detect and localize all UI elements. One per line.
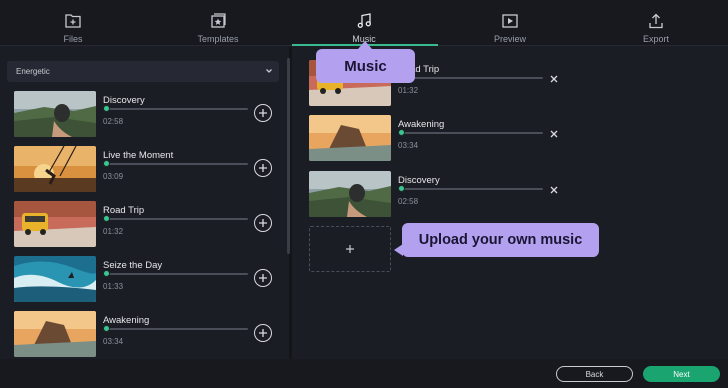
add-track-button[interactable] (254, 159, 272, 177)
tab-files-label: Files (63, 34, 83, 44)
plus-icon (259, 219, 267, 227)
track-progress-bar[interactable] (401, 77, 543, 79)
plus-icon (346, 245, 354, 253)
remove-track-button[interactable] (549, 74, 559, 84)
plus-icon (259, 274, 267, 282)
library-track[interactable]: Road Trip 01:32 (14, 201, 284, 257)
track-progress-bar[interactable] (401, 188, 543, 190)
track-progress-bar[interactable] (106, 218, 248, 220)
tab-templates[interactable]: Templates (188, 0, 248, 46)
track-thumbnail (14, 146, 96, 192)
track-title: Discovery (103, 95, 145, 106)
compass-photo (309, 171, 391, 217)
track-duration: 02:58 (103, 117, 124, 126)
track-progress-bar[interactable] (106, 163, 248, 165)
track-title: Discovery (398, 175, 440, 186)
track-progress-bar[interactable] (401, 132, 543, 134)
track-progress-knob[interactable] (103, 270, 110, 277)
selected-track[interactable]: Awakening 03:34 (309, 115, 574, 171)
back-button[interactable]: Back (556, 366, 633, 382)
track-duration: 03:34 (398, 141, 419, 150)
upload-callout: Upload your own music (402, 223, 599, 257)
track-title: Awakening (103, 315, 150, 326)
upload-music-button[interactable] (309, 226, 391, 272)
selected-track[interactable]: Discovery 02:58 (309, 171, 574, 227)
tab-export[interactable]: Export (626, 0, 686, 46)
files-icon (65, 14, 81, 28)
track-duration: 02:58 (398, 197, 419, 206)
sunrise-photo (14, 311, 96, 357)
selected-music-panel: Road Trip 01:32 Awakening 03:34 Discover… (292, 47, 728, 359)
add-track-button[interactable] (254, 324, 272, 342)
track-progress-bar[interactable] (106, 273, 248, 275)
add-track-button[interactable] (254, 269, 272, 287)
tab-music[interactable]: Music (334, 0, 394, 46)
track-thumbnail (309, 115, 391, 161)
sunrise-photo (309, 115, 391, 161)
track-title: Live the Moment (103, 150, 174, 161)
van-photo (14, 201, 96, 247)
tab-templates-label: Templates (197, 34, 239, 44)
music-note-icon (357, 13, 371, 28)
music-callout-pointer (358, 41, 372, 49)
track-thumbnail (14, 311, 96, 357)
track-progress-knob[interactable] (103, 215, 110, 222)
next-button[interactable]: Next (643, 366, 720, 382)
export-icon (649, 13, 663, 29)
track-duration: 03:34 (103, 337, 124, 346)
plus-icon (259, 109, 267, 117)
track-progress-bar[interactable] (106, 108, 248, 110)
library-track[interactable]: Discovery 02:58 (14, 91, 284, 147)
preview-icon (502, 14, 518, 28)
track-title: Seize the Day (103, 260, 163, 271)
tab-export-label: Export (642, 34, 669, 44)
track-progress-knob[interactable] (398, 185, 405, 192)
track-progress-bar[interactable] (106, 328, 248, 330)
close-icon (550, 186, 558, 194)
track-duration: 01:32 (398, 86, 419, 95)
add-track-button[interactable] (254, 214, 272, 232)
track-duration: 03:09 (103, 172, 124, 181)
track-duration: 01:33 (103, 282, 124, 291)
add-track-button[interactable] (254, 104, 272, 122)
track-thumbnail (309, 171, 391, 217)
library-scrollbar[interactable] (287, 58, 290, 254)
mood-filter-dropdown[interactable]: Energetic (7, 61, 279, 82)
plus-icon (259, 164, 267, 172)
templates-icon (211, 13, 226, 28)
track-title: Road Trip (103, 205, 145, 216)
remove-track-button[interactable] (549, 129, 559, 139)
track-thumbnail (14, 201, 96, 247)
bottom-bar: Back Next (0, 359, 728, 388)
music-library-panel: Energetic Discovery 02:58 Live the Momen… (0, 47, 286, 359)
close-icon (550, 75, 558, 83)
library-track[interactable]: Awakening 03:34 (14, 311, 284, 359)
track-progress-knob[interactable] (398, 129, 405, 136)
tab-preview[interactable]: Preview (480, 0, 540, 46)
library-track[interactable]: Live the Moment 03:09 (14, 146, 284, 202)
track-title: Awakening (398, 119, 445, 130)
track-progress-knob[interactable] (103, 325, 110, 332)
swing-photo (14, 146, 96, 192)
track-progress-knob[interactable] (103, 105, 110, 112)
library-track[interactable]: Seize the Day 01:33 (14, 256, 284, 312)
compass-photo (14, 91, 96, 137)
surfer-photo (14, 256, 96, 302)
remove-track-button[interactable] (549, 185, 559, 195)
track-progress-knob[interactable] (103, 160, 110, 167)
mood-filter-value: Energetic (16, 67, 50, 76)
tab-files[interactable]: Files (43, 0, 103, 46)
plus-icon (259, 329, 267, 337)
track-thumbnail (14, 91, 96, 137)
close-icon (550, 130, 558, 138)
chevron-down-icon (266, 69, 272, 73)
track-thumbnail (14, 256, 96, 302)
track-duration: 01:32 (103, 227, 124, 236)
top-tab-bar: Files Templates Music Preview Export (0, 0, 728, 46)
tab-preview-label: Preview (493, 34, 526, 44)
music-callout: Music (316, 49, 415, 83)
